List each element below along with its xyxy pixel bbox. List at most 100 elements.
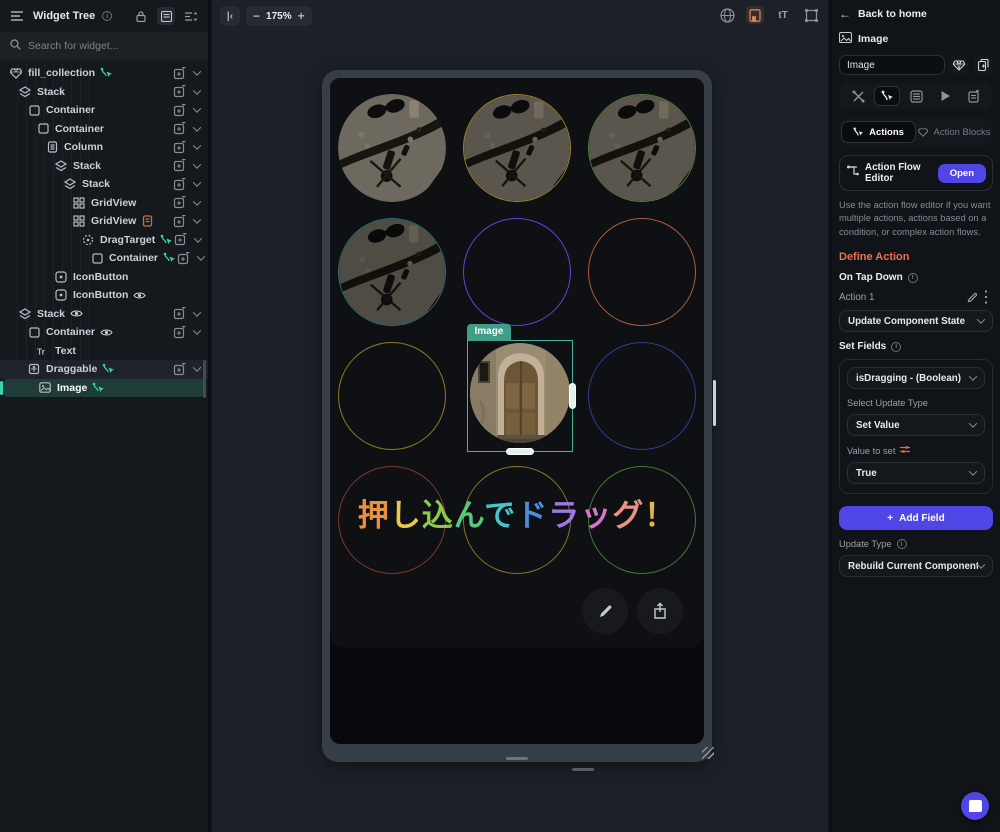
add-widget-icon[interactable]	[172, 122, 186, 136]
chevron-down-icon[interactable]	[190, 177, 204, 191]
tree-row-iconbutton[interactable]: IconButton	[0, 268, 208, 287]
add-widget-icon[interactable]	[172, 103, 186, 117]
grid-photo-circle[interactable]	[588, 94, 696, 202]
chevron-down-icon[interactable]	[190, 307, 204, 321]
action-menu-icon[interactable]: ⋮	[979, 290, 993, 304]
value-dropdown[interactable]: True	[847, 462, 985, 484]
segment-actions[interactable]: Actions	[841, 121, 916, 143]
add-widget-icon[interactable]	[172, 214, 186, 228]
tab-generated-code[interactable]	[961, 86, 987, 106]
tree-row-column[interactable]: Column	[0, 138, 208, 157]
chevron-down-icon[interactable]	[190, 66, 204, 80]
panel-view-icon[interactable]	[157, 7, 175, 25]
update-type-dropdown[interactable]: Set Value	[847, 414, 985, 436]
tree-scrollbar[interactable]	[203, 360, 206, 398]
chevron-down-icon[interactable]	[190, 159, 204, 173]
tree-row-container[interactable]: Container	[0, 249, 208, 268]
tree-row-stack[interactable]: Stack	[0, 157, 208, 176]
tab-properties-tools[interactable]	[845, 86, 871, 106]
chevron-down-icon[interactable]	[194, 251, 208, 265]
chevron-down-icon[interactable]	[190, 103, 204, 117]
info-icon[interactable]: i	[102, 11, 112, 21]
segment-action-blocks[interactable]: Action Blocks	[918, 121, 991, 143]
hamburger-icon[interactable]	[8, 7, 26, 25]
sort-expand-icon[interactable]	[182, 7, 200, 25]
tree-row-container[interactable]: Container	[0, 323, 208, 342]
frame-select-icon[interactable]	[802, 6, 820, 24]
zoom-in-icon[interactable]: +	[298, 9, 305, 23]
typography-icon[interactable]: tT	[774, 6, 792, 24]
widget-name-input[interactable]	[839, 55, 945, 75]
grid-photo-circle[interactable]	[338, 218, 446, 326]
tab-widget-properties[interactable]	[903, 86, 929, 106]
canvas-scrollbar[interactable]	[713, 380, 716, 426]
add-widget-icon[interactable]	[176, 251, 190, 265]
chevron-down-icon[interactable]	[190, 140, 204, 154]
add-widget-icon[interactable]	[172, 159, 186, 173]
tree-row-stack[interactable]: Stack	[0, 305, 208, 324]
grid-empty-circle[interactable]	[588, 218, 696, 326]
lock-icon[interactable]	[132, 7, 150, 25]
add-widget-icon[interactable]	[172, 325, 186, 339]
info-icon[interactable]: i	[897, 539, 907, 549]
chevron-down-icon[interactable]	[190, 122, 204, 136]
tree-row-text[interactable]: TrText	[0, 342, 208, 361]
tree-row-dragtarget[interactable]: DragTarget	[0, 231, 208, 250]
tree-row-image[interactable]: Image	[2, 379, 206, 398]
chevron-down-icon[interactable]	[190, 362, 204, 376]
add-widget-icon[interactable]	[173, 233, 187, 247]
visibility-eye-icon[interactable]	[133, 289, 146, 302]
grid-empty-circle[interactable]	[463, 218, 571, 326]
tree-row-stack[interactable]: Stack	[0, 83, 208, 102]
add-widget-icon[interactable]	[172, 362, 186, 376]
grid-photo-circle[interactable]	[463, 94, 571, 202]
tab-actions[interactable]	[874, 86, 900, 106]
tree-row-iconbutton[interactable]: IconButton	[0, 286, 208, 305]
tree-row-gridview[interactable]: GridView	[0, 212, 208, 231]
chevron-down-icon[interactable]	[190, 214, 204, 228]
theme-diamond-button[interactable]	[949, 55, 969, 75]
grid-empty-circle[interactable]	[338, 342, 446, 450]
search-input[interactable]	[28, 40, 178, 52]
add-widget-icon[interactable]	[172, 196, 186, 210]
info-icon[interactable]: i	[908, 273, 918, 283]
widget-search-bar[interactable]	[0, 32, 208, 60]
tree-row-container[interactable]: Container	[0, 120, 208, 139]
tab-test-run[interactable]	[932, 86, 958, 106]
canvas-bottom-handle[interactable]	[572, 768, 594, 771]
device-preview-icon[interactable]	[746, 6, 764, 24]
zoom-out-icon[interactable]: −	[253, 9, 260, 23]
chevron-down-icon[interactable]	[190, 325, 204, 339]
collapse-panel-icon[interactable]: |‹	[220, 6, 240, 26]
info-icon[interactable]: i	[891, 342, 901, 352]
edit-action-icon[interactable]	[965, 290, 979, 304]
add-widget-icon[interactable]	[172, 66, 186, 80]
resize-handle-right[interactable]	[569, 383, 576, 409]
field-dropdown[interactable]: isDragging - (Boolean)	[847, 367, 985, 389]
tree-row-container[interactable]: Container	[0, 101, 208, 120]
settings-sliders-icon[interactable]	[900, 445, 910, 456]
tree-row-fill_collection[interactable]: fill_collection	[0, 64, 208, 83]
add-widget-icon[interactable]	[172, 177, 186, 191]
edit-button[interactable]	[582, 588, 628, 634]
grid-photo-circle[interactable]	[338, 94, 446, 202]
rebuild-dropdown[interactable]: Rebuild Current Component	[839, 555, 993, 577]
widget-selection-box[interactable]: Image	[467, 340, 573, 452]
action-type-dropdown[interactable]: Update Component State	[839, 310, 993, 332]
tree-row-stack[interactable]: Stack	[0, 175, 208, 194]
tree-row-gridview[interactable]: GridView	[0, 194, 208, 213]
design-canvas[interactable]: |‹ − 175% + tT	[212, 0, 828, 832]
add-widget-icon[interactable]	[172, 140, 186, 154]
resize-handle-bottom[interactable]	[506, 448, 534, 455]
add-widget-icon[interactable]	[172, 85, 186, 99]
selected-image-widget[interactable]	[470, 343, 570, 443]
visibility-eye-icon[interactable]	[70, 307, 83, 320]
add-field-button[interactable]: + Add Field	[839, 506, 993, 530]
drag-hint-text[interactable]: 押し込んでドラッグ！	[330, 490, 704, 535]
grid-empty-circle[interactable]	[588, 342, 696, 450]
chevron-down-icon[interactable]	[191, 233, 205, 247]
copy-widget-button[interactable]	[973, 55, 993, 75]
frame-resize-grip[interactable]	[702, 747, 714, 759]
globe-icon[interactable]	[718, 6, 736, 24]
chevron-down-icon[interactable]	[190, 85, 204, 99]
